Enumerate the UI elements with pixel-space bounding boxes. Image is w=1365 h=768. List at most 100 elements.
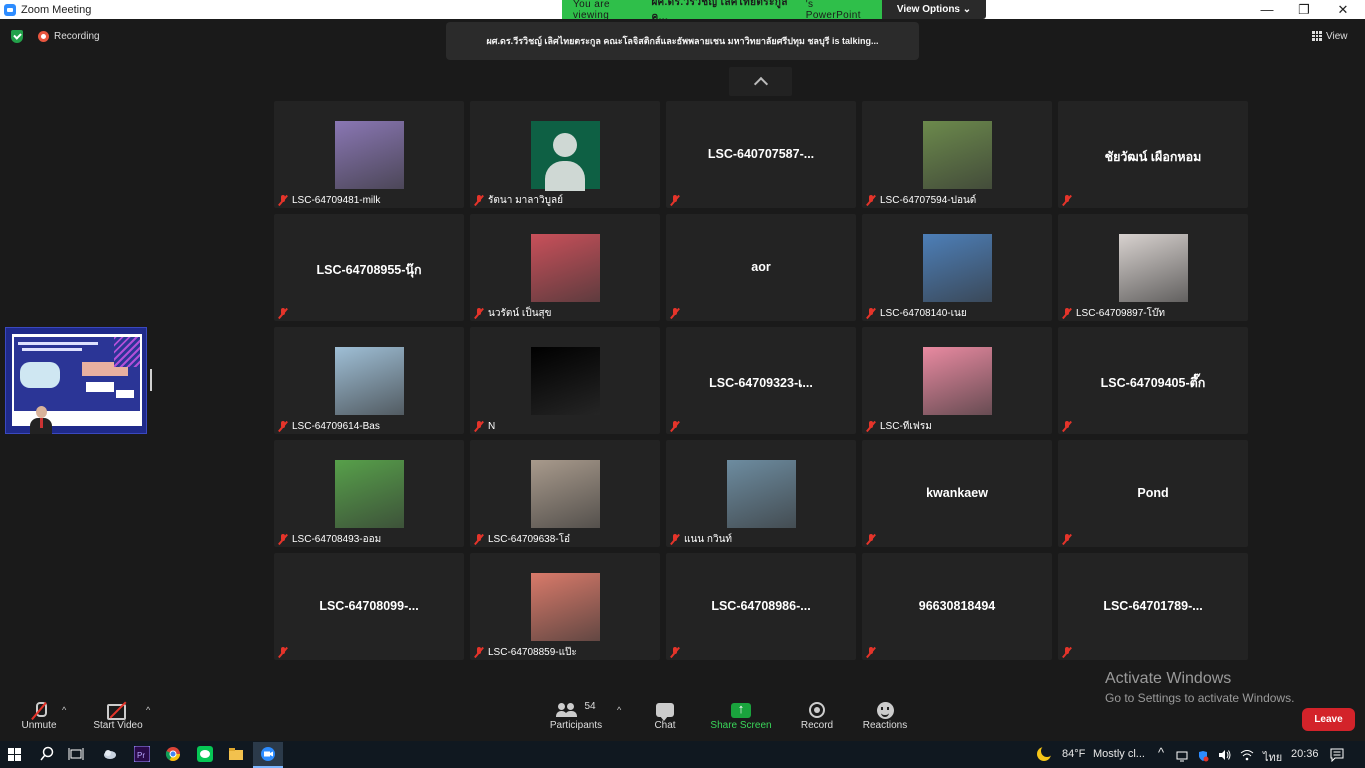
participant-tile[interactable]: LSC-64709638-โอ๋ <box>470 440 660 547</box>
wifi-icon[interactable] <box>1240 748 1254 762</box>
muted-mic-icon <box>866 194 876 206</box>
shared-screen-thumbnail[interactable] <box>5 327 147 434</box>
participant-tile[interactable]: LSC-64707594-ปอนด์ <box>862 101 1052 208</box>
participant-tile[interactable]: Pond <box>1058 440 1248 547</box>
notifications-icon[interactable] <box>1330 748 1344 763</box>
participant-video <box>1119 234 1188 302</box>
participant-tile[interactable]: นวรัตน์ เป็นสุข <box>470 214 660 321</box>
chat-label: Chat <box>654 720 676 731</box>
participant-tile[interactable]: aor <box>666 214 856 321</box>
task-view-icon[interactable] <box>68 746 84 762</box>
network-icon[interactable] <box>1176 749 1188 762</box>
participant-tile[interactable]: LSC-64708859-แป๊ะ <box>470 553 660 660</box>
view-options-button[interactable]: View Options ⌄ <box>882 0 986 19</box>
participant-tile[interactable]: LSC-64708986-... <box>666 553 856 660</box>
participant-tile[interactable]: 96630818494 <box>862 553 1052 660</box>
volume-icon[interactable] <box>1218 748 1232 762</box>
premiere-pro-icon[interactable]: Pr <box>133 745 151 763</box>
participant-display-name: LSC-64701789-... <box>1103 599 1203 613</box>
share-screen-button[interactable]: Share Screen <box>708 700 774 732</box>
record-label: Record <box>800 720 834 731</box>
participant-display-name: aor <box>751 260 771 274</box>
participants-caret-icon[interactable]: ^ <box>617 705 621 715</box>
participant-tile[interactable]: LSC-64709405-ตึ๊ก <box>1058 327 1248 434</box>
audio-options-caret-icon[interactable]: ^ <box>62 705 66 715</box>
minimize-button[interactable]: — <box>1247 0 1287 19</box>
participants-button[interactable]: 54 Participants <box>546 700 606 732</box>
participant-tile[interactable]: kwankaew <box>862 440 1052 547</box>
participant-tile[interactable]: LSC-64708140-เนย <box>862 214 1052 321</box>
weather-description[interactable]: Mostly cl... <box>1093 748 1145 760</box>
muted-mic-icon <box>1062 646 1072 658</box>
muted-mic-icon <box>474 533 484 545</box>
participant-tile[interactable]: LSC-640707587-... <box>666 101 856 208</box>
participant-tile[interactable]: LSC-ทีเฟรม <box>862 327 1052 434</box>
chat-button[interactable]: Chat <box>648 700 682 731</box>
participant-tile[interactable]: LSC-64709481-milk <box>274 101 464 208</box>
participant-tile[interactable]: ชัยวัฒน์ เผือกหอม <box>1058 101 1248 208</box>
microphone-muted-icon <box>33 701 47 719</box>
participant-tile[interactable]: แนน กวินท์ <box>666 440 856 547</box>
participant-label <box>670 193 680 207</box>
grid-icon <box>1312 31 1322 41</box>
start-video-button[interactable]: Start Video <box>90 700 146 731</box>
file-explorer-icon[interactable] <box>228 746 244 762</box>
defender-icon[interactable] <box>1197 749 1209 762</box>
participant-tile[interactable]: LSC-64708493-ออม <box>274 440 464 547</box>
reactions-button[interactable]: Reactions <box>860 700 910 731</box>
participant-label: แนน กวินท์ <box>670 532 732 546</box>
clock-time[interactable]: 20:36 <box>1291 748 1319 760</box>
windows-start-icon[interactable] <box>8 748 21 761</box>
unmute-button[interactable]: Unmute <box>18 700 60 731</box>
participant-label: N <box>474 419 495 433</box>
moon-weather-icon[interactable] <box>1036 745 1053 762</box>
chevron-up-icon[interactable]: ^ <box>1158 745 1164 760</box>
participant-video <box>531 460 600 528</box>
muted-mic-icon <box>278 646 288 658</box>
participant-label <box>1062 645 1072 659</box>
participant-tile[interactable]: LSC-64709614-Bas <box>274 327 464 434</box>
participant-video <box>923 347 992 415</box>
participant-tile[interactable]: LSC-64708099-... <box>274 553 464 660</box>
participant-label: LSC-64709481-milk <box>278 193 380 207</box>
weather-temperature[interactable]: 84°F <box>1062 748 1085 760</box>
participant-name: LSC-64708140-เนย <box>880 307 967 319</box>
participant-tile[interactable]: LSC-64701789-... <box>1058 553 1248 660</box>
resize-handle[interactable] <box>150 369 152 391</box>
muted-mic-icon <box>1062 533 1072 545</box>
participant-tile[interactable]: N <box>470 327 660 434</box>
participant-video <box>531 234 600 302</box>
activate-windows-watermark: Activate Windows Go to Settings to activ… <box>1105 670 1294 705</box>
participant-label <box>1062 419 1072 433</box>
participant-video <box>923 234 992 302</box>
participant-display-name: LSC-64709323-เ... <box>709 376 813 390</box>
video-options-caret-icon[interactable]: ^ <box>146 705 150 715</box>
collapse-button[interactable] <box>729 67 792 96</box>
participant-tile[interactable]: LSC-64709897-โบ๊ท <box>1058 214 1248 321</box>
close-button[interactable]: ✕ <box>1323 0 1363 19</box>
muted-mic-icon <box>1062 307 1072 319</box>
participant-label: LSC-ทีเฟรม <box>866 419 932 433</box>
input-language[interactable]: ไทย <box>1263 748 1282 766</box>
view-label: View <box>1326 30 1348 42</box>
participant-label <box>670 419 680 433</box>
line-app-icon[interactable] <box>197 746 213 762</box>
participant-display-name: ชัยวัฒน์ เผือกหอม <box>1104 150 1202 164</box>
participant-label: LSC-64709638-โอ๋ <box>474 532 570 546</box>
view-button[interactable]: View <box>1312 27 1358 45</box>
participant-tile[interactable]: รัตนา มาลาวิบูลย์ <box>470 101 660 208</box>
participant-tile[interactable]: LSC-64708955-นุ๊ก <box>274 214 464 321</box>
chat-icon <box>656 703 674 721</box>
search-icon[interactable] <box>39 746 55 762</box>
chrome-icon[interactable] <box>165 746 181 762</box>
participant-video <box>335 121 404 189</box>
restore-button[interactable]: ❐ <box>1284 0 1324 19</box>
zoom-taskbar-icon[interactable] <box>253 742 283 768</box>
record-button[interactable]: Record <box>798 700 836 731</box>
viewing-prefix: You are viewing <box>573 0 610 21</box>
leave-button[interactable]: Leave <box>1302 708 1355 731</box>
participant-label: LSC-64709897-โบ๊ท <box>1062 306 1165 320</box>
cloud-app-icon[interactable] <box>102 746 118 762</box>
participant-tile[interactable]: LSC-64709323-เ... <box>666 327 856 434</box>
shield-icon[interactable] <box>11 30 23 43</box>
